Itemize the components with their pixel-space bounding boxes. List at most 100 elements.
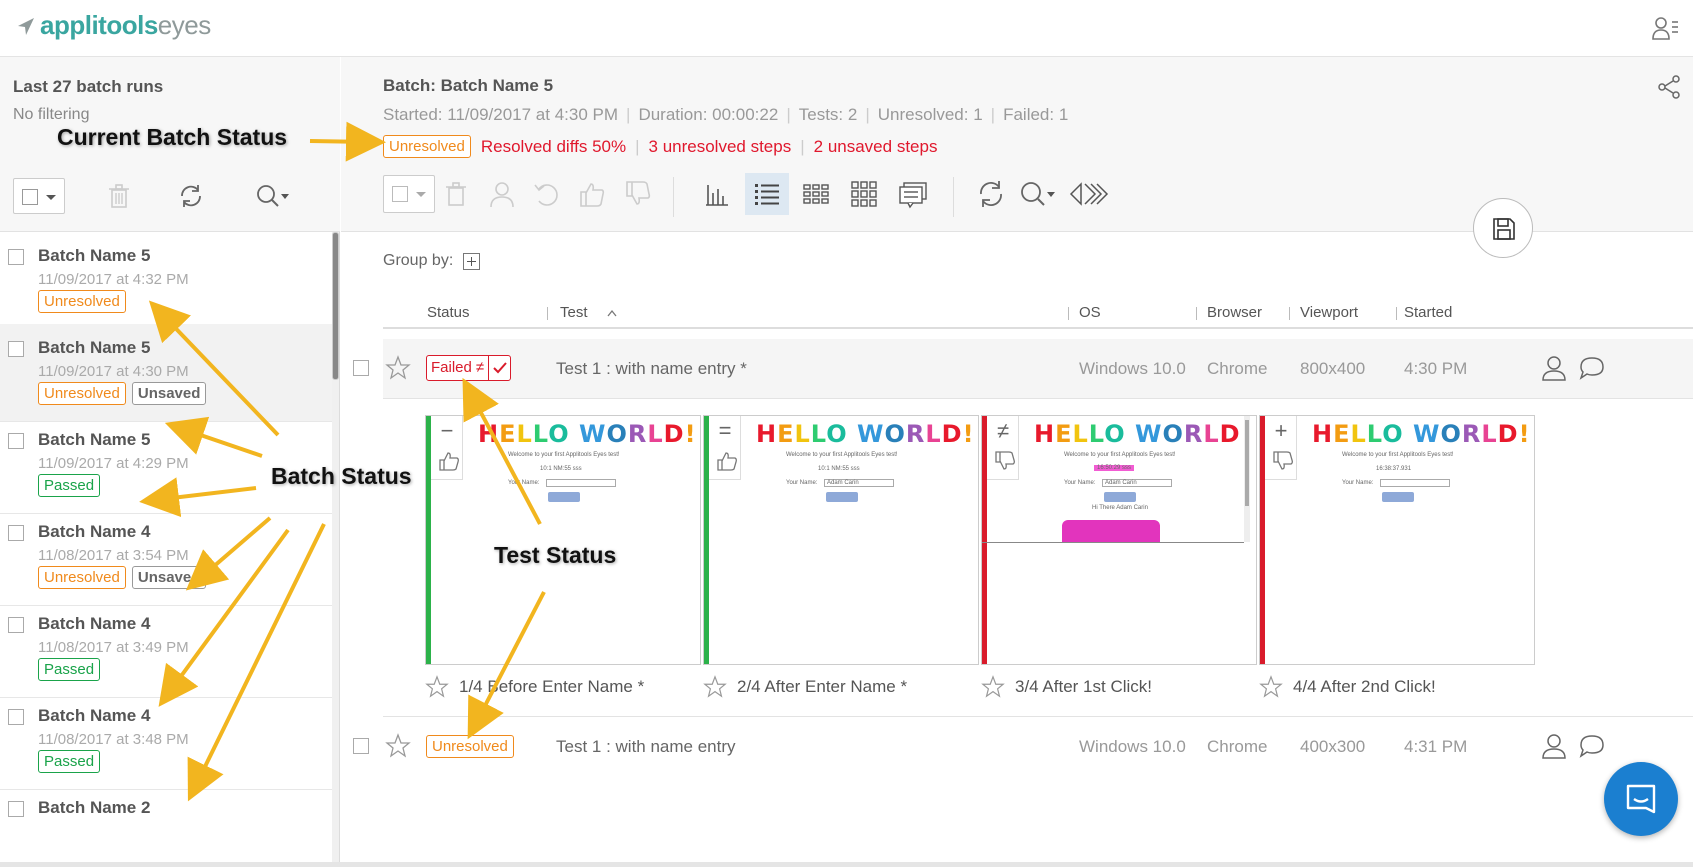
thumbs-up-icon[interactable]	[716, 450, 738, 472]
sidebar-scrollbar[interactable]	[332, 232, 339, 867]
batch-meta: Started: 11/09/2017 at 4:30 PM | Duration:…	[383, 105, 1069, 124]
grid-view-icon[interactable]	[849, 179, 879, 209]
new-step-symbol: +	[1274, 418, 1288, 443]
batch-list-item[interactable]: Batch Name 4 11/08/2017 at 3:49 PM Passe…	[0, 600, 332, 698]
step-thumbnail[interactable]: = HELLO WORLD! Welcome to your first App…	[703, 415, 979, 717]
batch-list-item[interactable]: Batch Name 4 11/08/2017 at 3:54 PM Unres…	[0, 508, 332, 606]
grid-view-small-icon[interactable]	[801, 179, 831, 209]
select-all-tests-checkbox[interactable]	[392, 186, 408, 202]
star-icon[interactable]	[385, 355, 411, 381]
batch-checkbox[interactable]	[8, 801, 24, 817]
column-browser[interactable]: Browser	[1207, 304, 1262, 321]
trash-icon[interactable]	[441, 179, 471, 209]
list-view-icon[interactable]	[752, 179, 782, 209]
star-icon[interactable]	[385, 733, 411, 759]
step-name[interactable]: 3/4 After 1st Click!	[1015, 677, 1152, 697]
sort-ascending-icon[interactable]	[607, 309, 617, 317]
eyes-logo-icon	[18, 17, 34, 35]
batch-checkbox[interactable]	[8, 249, 24, 265]
test-name[interactable]: Test 1 : with name entry	[556, 737, 736, 757]
batch-list-item[interactable]: Batch Name 4 11/08/2017 at 3:48 PM Passe…	[0, 692, 332, 790]
column-started[interactable]: Started	[1404, 304, 1452, 321]
star-icon[interactable]	[981, 675, 1005, 699]
accept-check-icon[interactable]	[488, 356, 510, 380]
mini-name-input	[1380, 479, 1450, 487]
step-side-panel: =	[709, 416, 741, 480]
comment-icon[interactable]	[1578, 732, 1606, 760]
test-status-badge[interactable]: Failed ≠	[426, 355, 512, 381]
comments-view-icon[interactable]	[898, 179, 928, 209]
expand-all-icon[interactable]	[1069, 179, 1109, 209]
undo-icon[interactable]	[531, 179, 561, 209]
test-viewport: 400x300	[1300, 737, 1366, 756]
applitools-logo[interactable]: applitools eyes	[14, 10, 211, 41]
batch-list-item[interactable]: Batch Name 2	[0, 784, 332, 867]
step-screenshot[interactable]: = HELLO WORLD! Welcome to your first App…	[703, 415, 979, 665]
assign-user-icon[interactable]	[1540, 732, 1568, 760]
test-name[interactable]: Test 1 : with name entry *	[556, 359, 747, 379]
trash-icon[interactable]	[105, 182, 133, 210]
thumbs-down-icon[interactable]	[623, 179, 653, 209]
select-all-tests-dropdown[interactable]	[383, 175, 435, 213]
comment-icon[interactable]	[1578, 354, 1606, 382]
mini-welcome-text: Welcome to your first Applitools Eyes te…	[786, 452, 898, 458]
star-icon[interactable]	[703, 675, 727, 699]
status-badge: Unresolved	[38, 382, 126, 405]
unresolved-steps: 3 unresolved steps	[648, 136, 792, 156]
row-checkbox[interactable]	[353, 360, 369, 376]
column-viewport[interactable]: Viewport	[1300, 304, 1358, 321]
batch-list-item[interactable]: Batch Name 5 11/09/2017 at 4:32 PM Unres…	[0, 232, 332, 330]
assign-user-icon[interactable]	[1540, 354, 1568, 382]
select-all-checkbox[interactable]	[22, 189, 38, 205]
batch-checkbox[interactable]	[8, 617, 24, 633]
step-thumbnail[interactable]: + HELLO WORLD! Welcome to your first App…	[1259, 415, 1535, 717]
bar-chart-icon[interactable]	[701, 179, 731, 209]
step-screenshot[interactable]: + HELLO WORLD! Welcome to your first App…	[1259, 415, 1535, 665]
save-button[interactable]	[1473, 198, 1533, 258]
scrollbar-thumb[interactable]	[332, 232, 339, 380]
table-row[interactable]: Failed ≠ Test 1 : with name entry * Wind…	[353, 339, 1693, 399]
step-name[interactable]: 2/4 After Enter Name *	[737, 677, 907, 697]
hello-world-heading: HELLO WORLD!	[756, 420, 975, 448]
batch-checkbox[interactable]	[8, 433, 24, 449]
refresh-icon[interactable]	[976, 179, 1006, 209]
search-icon[interactable]	[255, 182, 291, 210]
test-started: 4:30 PM	[1404, 359, 1468, 378]
step-screenshot[interactable]: ≠ HELLO WORLD! Welcome to your first App…	[981, 415, 1257, 665]
batch-checkbox[interactable]	[8, 525, 24, 541]
thumbs-up-icon[interactable]	[577, 179, 607, 209]
table-row[interactable]: Unresolved Test 1 : with name entry Wind…	[353, 717, 1693, 777]
column-status[interactable]: Status	[427, 304, 470, 321]
row-checkbox[interactable]	[353, 738, 369, 754]
thumbs-down-icon[interactable]	[994, 450, 1016, 472]
batch-checkbox[interactable]	[8, 709, 24, 725]
mini-time-text: 10:1 NM:55 sss	[540, 466, 582, 472]
thumbs-up-icon[interactable]	[438, 450, 460, 472]
test-status-badge[interactable]: Unresolved	[426, 735, 514, 758]
hello-world-heading: HELLO WORLD!	[478, 420, 697, 448]
thumbs-down-icon[interactable]	[1272, 450, 1294, 472]
batch-checkbox[interactable]	[8, 341, 24, 357]
chat-widget-button[interactable]	[1604, 762, 1678, 836]
user-menu-icon[interactable]	[1651, 14, 1679, 42]
star-icon[interactable]	[1259, 675, 1283, 699]
test-started: 4:31 PM	[1404, 737, 1468, 756]
add-group-icon[interactable]	[463, 252, 481, 270]
star-icon[interactable]	[425, 675, 449, 699]
select-all-dropdown[interactable]	[13, 178, 65, 214]
step-label-row: 4/4 After 2nd Click!	[1259, 675, 1436, 699]
column-os[interactable]: OS	[1079, 304, 1101, 321]
mini-click-button	[1104, 492, 1136, 502]
refresh-icon[interactable]	[177, 182, 205, 210]
share-icon[interactable]	[1657, 75, 1681, 99]
step-thumbnail[interactable]: ≠ HELLO WORLD! Welcome to your first App…	[981, 415, 1257, 717]
column-divider	[1068, 307, 1069, 320]
step-name[interactable]: 1/4 Before Enter Name *	[459, 677, 644, 697]
step-name[interactable]: 4/4 After 2nd Click!	[1293, 677, 1436, 697]
assign-user-icon[interactable]	[487, 179, 517, 209]
batch-tests-count: Tests: 2	[798, 105, 858, 124]
search-icon[interactable]	[1019, 179, 1059, 209]
batch-list-item[interactable]: Batch Name 5 11/09/2017 at 4:30 PM Unres…	[0, 324, 332, 422]
step-screenshot[interactable]: − HELLO WORLD! Welcome to your first App…	[425, 415, 701, 665]
column-test[interactable]: Test	[560, 304, 588, 321]
